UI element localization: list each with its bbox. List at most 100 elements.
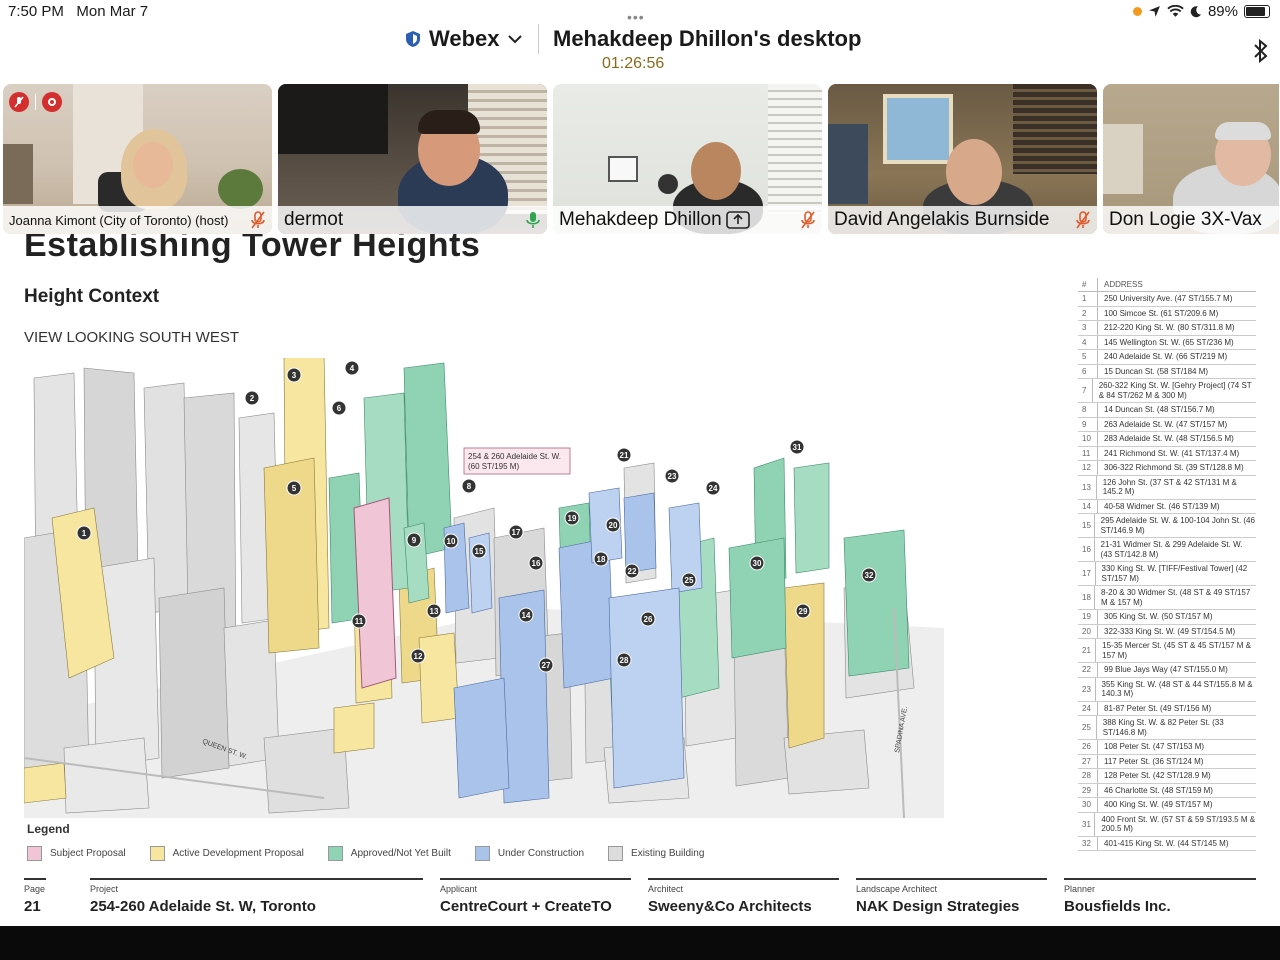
address-text: 388 King St. W. & 82 Peter St. (33 ST/14… [1102,718,1224,737]
participant-tile[interactable]: Mehakdeep Dhillon [553,84,822,234]
bluetooth-icon[interactable] [1252,38,1270,64]
building-marker: 6 [331,400,347,416]
painting [883,94,953,164]
building-marker-label: 23 [668,472,677,481]
address-text: 99 Blue Jays Way (47 ST/155.0 M) [1104,665,1228,675]
address-number: 10 [1078,432,1098,446]
address-number: 6 [1078,364,1098,378]
address-text: 128 Peter St. (42 ST/128.9 M) [1104,771,1211,781]
building-marker: 18 [593,551,609,567]
svg-text:(60 ST/195 M): (60 ST/195 M) [468,462,519,471]
address-number: 15 [1078,514,1095,537]
legend-label: Subject Proposal [50,848,126,859]
footer-landscape: Landscape Architect NAK Design Strategie… [856,878,1047,915]
building-marker-label: 6 [337,404,342,413]
multitasking-dots-icon[interactable]: ••• [627,9,645,25]
building-marker: 29 [795,603,811,619]
participant-namebar: David Angelakis Burnside [828,206,1097,234]
mic-muted-icon[interactable] [9,92,29,112]
building-marker: 30 [749,555,765,571]
participant-strip: Joanna Kimont (City of Toronto) (host) d… [3,84,1280,234]
address-text: 355 King St. W. (48 ST & 44 ST/155.8 M &… [1101,679,1253,698]
legend-swatch [608,846,624,861]
building-marker: 27 [538,657,554,673]
plant [218,169,263,209]
bottom-bar [0,926,1280,960]
building-marker-label: 9 [412,536,417,545]
building-marker: 13 [426,603,442,619]
face [691,142,741,200]
slide-footer: Page 21 Project 254-260 Adelaide St. W, … [24,878,1256,922]
webex-menu[interactable]: Webex [405,26,522,52]
building-marker: 12 [410,648,426,664]
address-row: 12 306-322 Richmond St. (39 ST/128.8 M) [1078,461,1256,476]
address-number: 11 [1078,446,1098,460]
window-blinds [1013,84,1097,174]
legend-label: Under Construction [497,848,585,859]
shared-screen-title: Mehakdeep Dhillon's desktop [553,26,862,51]
address-row: 15 295 Adelaide St. W. & 100-104 John St.… [1078,514,1256,538]
address-row: 3 212-220 King St. W. (80 ST/311.8 M) [1078,321,1256,336]
building-marker: 9 [406,532,422,548]
face [133,142,173,188]
building-marker: 15 [471,543,487,559]
battery-percent: 89% [1207,3,1238,20]
address-row: 18 8-20 & 30 Widmer St. (48 ST & 49 ST/15… [1078,586,1256,610]
address-row: 6 15 Duncan St. (58 ST/184 M) [1078,364,1256,379]
address-row: 32 401-415 King St. W. (44 ST/145 M) [1078,836,1256,851]
participant-tile[interactable]: David Angelakis Burnside [828,84,1097,234]
address-number: 4 [1078,335,1098,349]
address-text: 212-220 King St. W. (80 ST/311.8 M) [1104,323,1235,333]
legend-title: Legend [27,822,70,836]
footer-planner: Planner Bousfields Inc. [1064,878,1256,915]
address-number: 9 [1078,417,1098,431]
address-row: 19 305 King St. W. (50 ST/157 M) [1078,610,1256,625]
painting [828,124,868,204]
record-icon[interactable] [42,92,62,112]
building-marker-label: 20 [609,521,618,530]
building-marker: 8 [461,478,477,494]
address-text: 117 Peter St. (36 ST/124 M) [1104,756,1204,766]
building-marker-label: 31 [793,443,802,452]
legend-swatch [27,846,42,861]
legend-label: Existing Building [631,848,705,859]
address-row: 13 126 John St. (37 ST & 42 ST/131 M & 14… [1078,475,1256,500]
address-table-header: # ADDRESS [1078,278,1256,292]
city-3d-model: QUEEN ST. W. SPADINA AVE. 254 & 260 Adel… [24,358,944,818]
address-text: 306-322 Richmond St. (39 ST/128.8 M) [1104,463,1244,473]
building-marker-label: 2 [250,394,255,403]
window-blinds [768,84,822,214]
address-text: 15-35 Mercer St. (45 ST & 45 ST/157 M & … [1102,641,1251,660]
address-number: 25 [1078,716,1097,739]
address-number: 3 [1078,321,1098,335]
participant-name: Mehakdeep Dhillon [559,209,722,230]
object [658,174,678,194]
address-number: 24 [1078,701,1098,715]
building-marker: 23 [664,468,680,484]
status-time: 7:50 PM Mon Mar 7 [8,3,149,20]
footer-architect: Architect Sweeny&Co Architects [648,878,839,915]
participant-tile[interactable]: Joanna Kimont (City of Toronto) (host) [3,84,272,234]
address-text: 40-58 Widmer St. (46 ST/139 M) [1104,501,1220,511]
building-marker-label: 28 [620,656,629,665]
building-marker: 22 [624,563,640,579]
address-text: 240 Adelaide St. W. (66 ST/219 M) [1104,352,1228,362]
address-text: 250 University Ave. (47 ST/155.7 M) [1104,294,1233,304]
address-row: 22 99 Blue Jays Way (47 ST/155.0 M) [1078,663,1256,678]
participant-tile[interactable]: Don Logie 3X-Vax [1103,84,1279,234]
participant-namebar: Mehakdeep Dhillon [553,206,822,234]
address-number: 29 [1078,783,1098,797]
tv [278,84,388,154]
building-marker-label: 13 [430,607,439,616]
address-number: 7 [1078,379,1093,402]
participant-tile[interactable]: dermot [278,84,547,234]
legend-item: Approved/Not Yet Built [327,846,451,861]
building-marker-label: 16 [532,559,541,568]
building-marker-label: 27 [542,661,551,670]
location-icon [1149,6,1160,17]
building-marker: 14 [518,607,534,623]
building-marker-label: 12 [414,652,423,661]
shared-slide: Establishing Tower Heights Height Contex… [0,234,1280,926]
address-text: 401-415 King St. W. (44 ST/145 M) [1104,838,1229,848]
address-text: 145 Wellington St. W. (65 ST/236 M) [1104,337,1234,347]
